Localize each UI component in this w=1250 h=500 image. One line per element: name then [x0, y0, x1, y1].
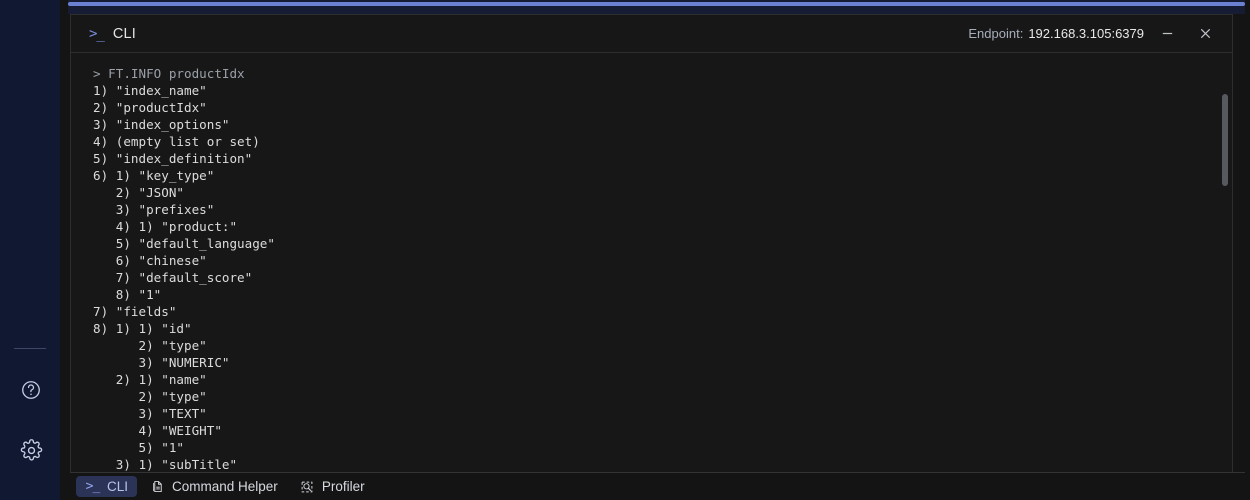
tab-command-helper[interactable]: Command Helper	[141, 476, 287, 497]
cli-result-line: 3) "index_options"	[93, 117, 230, 132]
close-icon[interactable]	[1190, 19, 1220, 49]
cli-title-group: >_ CLI	[89, 26, 136, 42]
prompt-icon: >_	[89, 25, 105, 42]
cli-result-line: 7) "fields"	[93, 304, 177, 319]
cli-result-line: 3) 1) "subTitle"	[93, 457, 238, 472]
cli-scrollbar-thumb[interactable]	[1222, 94, 1228, 186]
sidebar-divider	[14, 348, 46, 349]
document-icon	[150, 479, 165, 494]
cli-result-line: 2) "type"	[93, 389, 207, 404]
cli-panel-title: CLI	[112, 25, 137, 42]
cli-result-line: 5) "default_language"	[93, 236, 275, 251]
app-root: >_ CLI Endpoint: 192.168.3.105:6379 > FT…	[0, 0, 1250, 500]
cli-result-line: 5) "1"	[93, 440, 184, 455]
tab-profiler-label: Profiler	[321, 478, 365, 494]
cli-result-line: 3) "prefixes"	[93, 202, 215, 217]
cli-output-lines: > FT.INFO productIdx 1) "index_name" 2) "p…	[71, 53, 1232, 472]
cli-result-line: 8) "1"	[93, 287, 162, 302]
cli-command-line: > FT.INFO productIdx	[93, 66, 245, 81]
cli-result-line: 3) "NUMERIC"	[93, 355, 230, 370]
cli-result-line: 4) (empty list or set)	[93, 134, 260, 149]
tab-cli[interactable]: >_ CLI	[76, 476, 138, 497]
cli-header-actions: Endpoint: 192.168.3.105:6379	[968, 19, 1220, 49]
profiler-search-icon	[300, 479, 315, 494]
minimize-icon[interactable]	[1152, 19, 1182, 49]
tab-cli-label: CLI	[107, 478, 129, 494]
cli-result-line: 3) "TEXT"	[93, 406, 207, 421]
cli-result-line: 2) 1) "name"	[93, 372, 207, 387]
cli-result-line: 5) "index_definition"	[93, 151, 253, 166]
cli-result-line: 1) "index_name"	[93, 83, 207, 98]
cli-panel: >_ CLI Endpoint: 192.168.3.105:6379 > FT…	[70, 14, 1233, 472]
help-circle-icon[interactable]	[18, 377, 44, 403]
tab-profiler[interactable]: Profiler	[291, 476, 374, 497]
cli-panel-header: >_ CLI Endpoint: 192.168.3.105:6379	[71, 15, 1232, 53]
cli-result-line: 6) "chinese"	[93, 253, 207, 268]
main-region: >_ CLI Endpoint: 192.168.3.105:6379 > FT…	[60, 0, 1250, 500]
tab-command-helper-label: Command Helper	[172, 478, 278, 494]
endpoint-label: Endpoint:	[968, 26, 1024, 41]
cli-result-line: 2) "type"	[93, 338, 207, 353]
panel-resize-area	[68, 0, 1245, 14]
cli-output-area[interactable]: > FT.INFO productIdx 1) "index_name" 2) "p…	[71, 53, 1232, 472]
left-navigation-rail	[0, 0, 60, 500]
cli-result-line: 4) "WEIGHT"	[93, 423, 222, 438]
cli-result-line: 2) "productIdx"	[93, 100, 207, 115]
prompt-icon: >_	[85, 479, 101, 494]
gear-icon[interactable]	[18, 437, 44, 463]
cli-result-line: 6) 1) "key_type"	[93, 168, 215, 183]
cli-result-line: 4) 1) "product:"	[93, 219, 238, 234]
cli-result-line: 2) "JSON"	[93, 185, 184, 200]
bottom-tab-bar: >_ CLI Command Helper Profiler	[70, 472, 1245, 500]
cli-result-line: 7) "default_score"	[93, 270, 253, 285]
panel-resize-handle[interactable]	[68, 2, 1245, 6]
endpoint-value: 192.168.3.105:6379	[1028, 26, 1144, 41]
cli-scrollbar-track[interactable]	[1220, 53, 1230, 472]
cli-result-line: 8) 1) 1) "id"	[93, 321, 192, 336]
